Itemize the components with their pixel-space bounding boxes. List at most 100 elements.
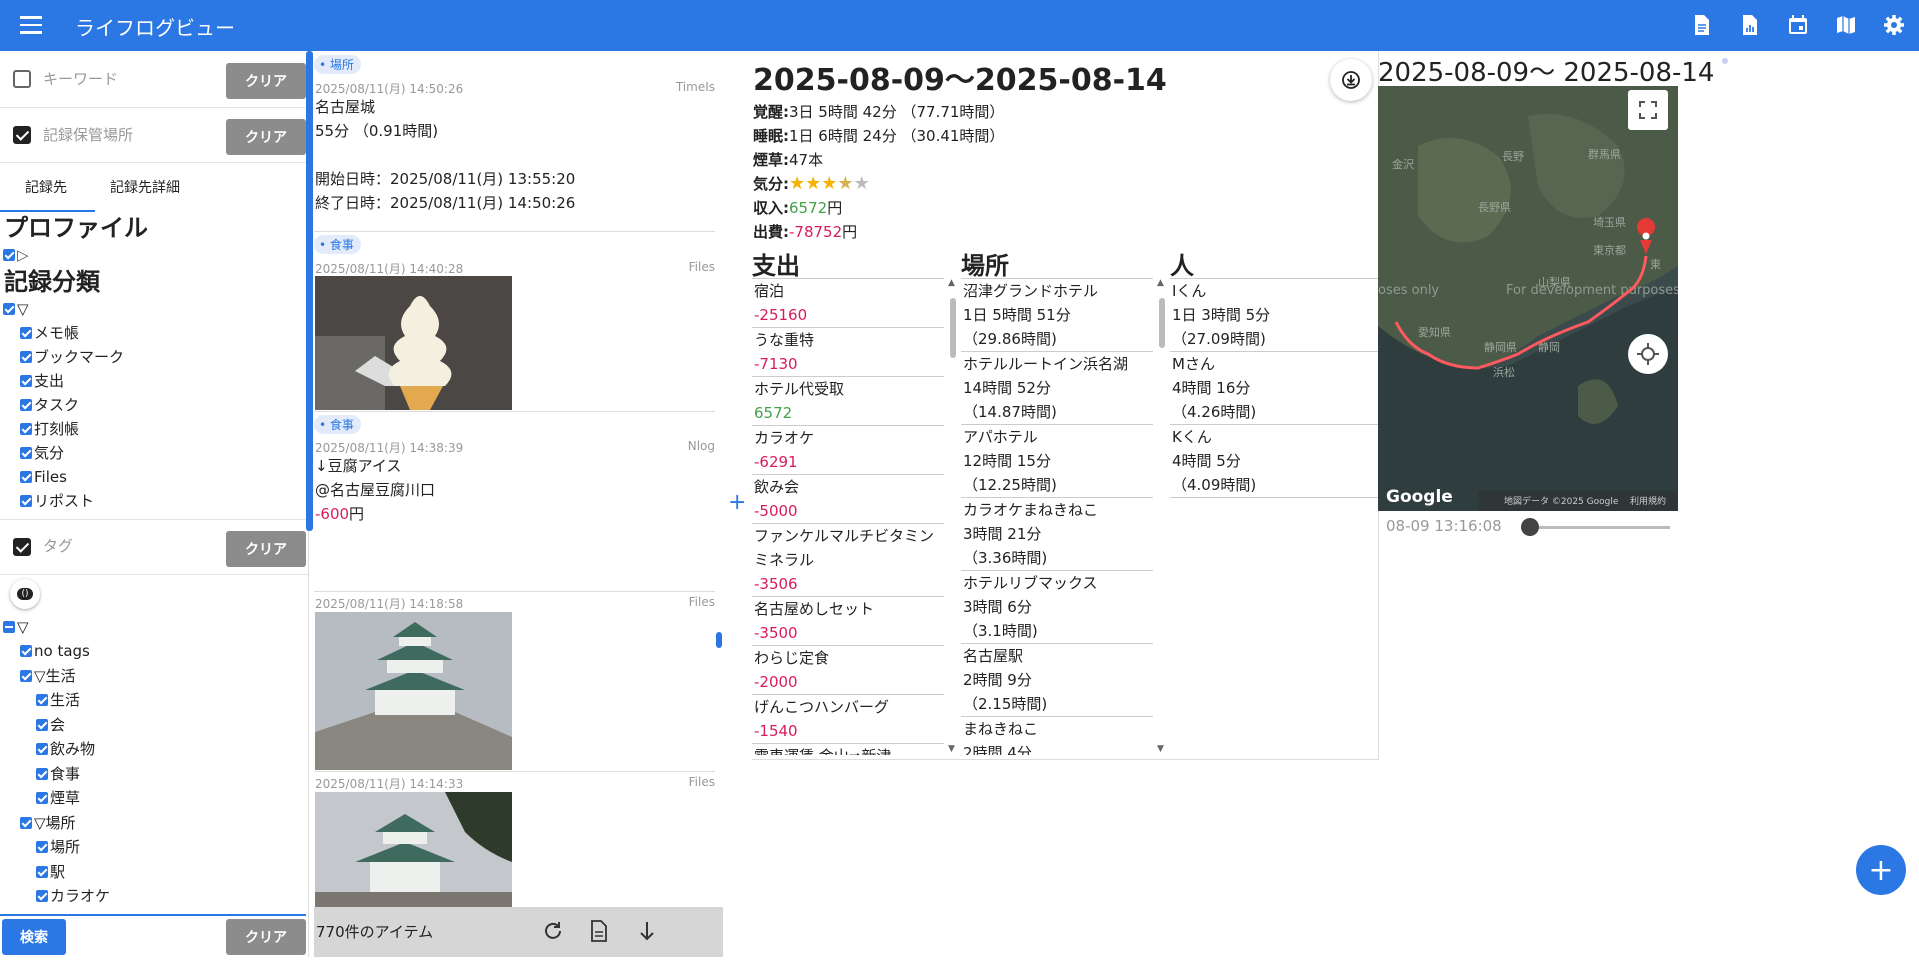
- tag-checkbox[interactable]: [13, 538, 31, 556]
- storage-checkbox[interactable]: [13, 126, 31, 144]
- keyword-input[interactable]: キーワード: [43, 68, 118, 89]
- category-checkbox[interactable]: [20, 495, 32, 507]
- castle-tree-image[interactable]: [315, 792, 512, 907]
- place-item[interactable]: カラオケまねきねこ 3時間 21分 （3.36時間): [961, 498, 1153, 571]
- category-item[interactable]: タスク: [0, 393, 308, 417]
- bottom-clear-button[interactable]: クリア: [226, 919, 306, 955]
- map-terms-link[interactable]: 利用規約: [1630, 495, 1666, 507]
- my-location-button[interactable]: [1628, 334, 1668, 374]
- expense-item[interactable]: わらじ定食 -2000: [752, 646, 944, 695]
- tag-checkbox[interactable]: [36, 743, 48, 756]
- expense-item[interactable]: ファンケルマルチビタミンミネラル -3506: [752, 524, 944, 597]
- tag-checkbox[interactable]: [36, 865, 48, 878]
- download-button[interactable]: [1330, 59, 1372, 101]
- place-item[interactable]: ホテルリブマックス 3時間 6分 （3.1時間): [961, 571, 1153, 644]
- expense-item[interactable]: 電車運賃 金山⇒新津: [752, 744, 944, 755]
- category-item[interactable]: Files: [0, 465, 308, 489]
- profile-toggle[interactable]: ▷: [17, 243, 29, 267]
- expense-item[interactable]: カラオケ -6291: [752, 426, 944, 475]
- expense-item[interactable]: 飲み会 -5000: [752, 475, 944, 524]
- list-scrollbar[interactable]: [716, 632, 722, 648]
- place-item[interactable]: ホテルルートイン浜名湖 14時間 52分 （14.87時間): [961, 352, 1153, 425]
- time-slider-track[interactable]: [1524, 526, 1670, 529]
- fullscreen-button[interactable]: [1628, 90, 1668, 130]
- tab-storage-detail[interactable]: 記録先詳細: [110, 177, 180, 197]
- tag-root[interactable]: ▽: [0, 615, 308, 639]
- tag-item[interactable]: 場所: [0, 835, 308, 860]
- tag-checkbox[interactable]: [36, 841, 48, 854]
- category-checkbox[interactable]: [20, 447, 32, 459]
- place-item[interactable]: 沼津グランドホテル 1日 5時間 51分 （29.86時間): [961, 279, 1153, 352]
- category-item[interactable]: ブックマーク: [0, 345, 308, 369]
- tag-item[interactable]: 飲み物: [0, 737, 308, 762]
- category-checkbox[interactable]: [20, 327, 32, 339]
- tag-checkbox[interactable]: [36, 890, 48, 903]
- search-button[interactable]: 検索: [2, 919, 66, 955]
- tag-checkbox[interactable]: [36, 694, 48, 707]
- sidebar-scrollbar[interactable]: [306, 51, 313, 531]
- tag-item[interactable]: 煙草: [0, 786, 308, 811]
- tag-chip[interactable]: 食事: [314, 415, 361, 434]
- tag-item[interactable]: 生活: [0, 688, 308, 713]
- person-item[interactable]: Mさん 4時間 16分 （4.26時間): [1170, 352, 1378, 425]
- tag-root-toggle[interactable]: ▽: [17, 615, 29, 639]
- refresh-icon[interactable]: [542, 920, 564, 946]
- tag-checkbox[interactable]: [36, 767, 48, 780]
- document-icon[interactable]: [590, 920, 608, 946]
- keyword-checkbox[interactable]: [13, 70, 31, 88]
- person-item[interactable]: Kくん 4時間 5分 （4.09時間): [1170, 425, 1378, 498]
- tag-item[interactable]: no tags: [0, 639, 308, 664]
- place-item[interactable]: まねきねこ 2時間 4分: [961, 717, 1153, 755]
- menu-icon[interactable]: [20, 16, 42, 34]
- route-map[interactable]: 金沢 長野 群馬県 埼玉県 東京都 愛知県 静岡県 静岡 浜松 長野県 山梨県 …: [1378, 86, 1678, 511]
- tag-checkbox[interactable]: [20, 669, 32, 682]
- category-checkbox[interactable]: [20, 399, 32, 411]
- tag-item[interactable]: カラオケ: [0, 884, 308, 909]
- soft-serve-image[interactable]: [315, 276, 512, 410]
- list-item[interactable]: 場所 2025/08/11(月) 14:50:26 TimeIs 名古屋城 55…: [314, 51, 715, 232]
- tag-checkbox[interactable]: [20, 816, 32, 829]
- tag-item[interactable]: 駅: [0, 860, 308, 885]
- tag-item[interactable]: 会: [0, 713, 308, 738]
- places-scrollbar[interactable]: ▲ ▼: [1157, 278, 1167, 754]
- category-checkbox[interactable]: [20, 351, 32, 363]
- tag-item[interactable]: 食事: [0, 762, 308, 787]
- category-item[interactable]: 支出: [0, 369, 308, 393]
- tag-root-checkbox[interactable]: [3, 621, 15, 633]
- expense-item[interactable]: ホテル代受取 6572: [752, 377, 944, 426]
- keyword-clear-button[interactable]: クリア: [226, 63, 306, 99]
- expense-item[interactable]: うな重特 -7130: [752, 328, 944, 377]
- tag-chip[interactable]: 場所: [314, 55, 361, 74]
- tag-clear-button[interactable]: クリア: [226, 531, 306, 567]
- category-checkbox[interactable]: [20, 471, 32, 483]
- category-item[interactable]: メモ帳: [0, 321, 308, 345]
- tag-checkbox[interactable]: [20, 645, 32, 658]
- expenses-scrollbar[interactable]: ▲ ▼: [948, 278, 958, 754]
- profile-node[interactable]: ▷: [0, 243, 308, 267]
- expense-item[interactable]: げんこつハンバーグ -1540: [752, 695, 944, 744]
- add-fab[interactable]: +: [1856, 845, 1906, 895]
- category-item[interactable]: 気分: [0, 441, 308, 465]
- list-item[interactable]: 食事 2025/08/11(月) 14:38:39 Nlog ↓豆腐アイス @名…: [314, 411, 715, 592]
- category-toggle[interactable]: ▽: [17, 297, 29, 321]
- report-icon[interactable]: [1737, 12, 1763, 38]
- expense-item[interactable]: 名古屋めしセット -3500: [752, 597, 944, 646]
- category-root-checkbox[interactable]: [3, 303, 15, 315]
- gear-icon[interactable]: [1881, 12, 1907, 38]
- time-slider-thumb[interactable]: [1520, 518, 1539, 536]
- tab-storage[interactable]: 記録先: [25, 177, 67, 197]
- person-item[interactable]: Iくん 1日 3時間 5分 （27.09時間): [1170, 279, 1378, 352]
- tag-checkbox[interactable]: [36, 718, 48, 731]
- place-item[interactable]: 名古屋駅 2時間 9分 （2.15時間): [961, 644, 1153, 717]
- category-root[interactable]: ▽: [0, 297, 308, 321]
- tag-checkbox[interactable]: [36, 792, 48, 805]
- map-attribution[interactable]: 地図データ ©2025 Google: [1504, 495, 1619, 507]
- category-item[interactable]: リポスト: [0, 489, 308, 513]
- tag-item[interactable]: ▽場所: [0, 811, 308, 836]
- list-item[interactable]: 食事 2025/08/11(月) 14:40:28 Files: [314, 231, 715, 412]
- add-icon[interactable]: +: [728, 490, 746, 515]
- category-item[interactable]: 打刻帳: [0, 417, 308, 441]
- calendar-icon[interactable]: [1785, 12, 1811, 38]
- list-item[interactable]: 2025/08/11(月) 14:18:58 Files: [314, 591, 715, 772]
- tag-mode-toggle[interactable]: (): [10, 579, 40, 609]
